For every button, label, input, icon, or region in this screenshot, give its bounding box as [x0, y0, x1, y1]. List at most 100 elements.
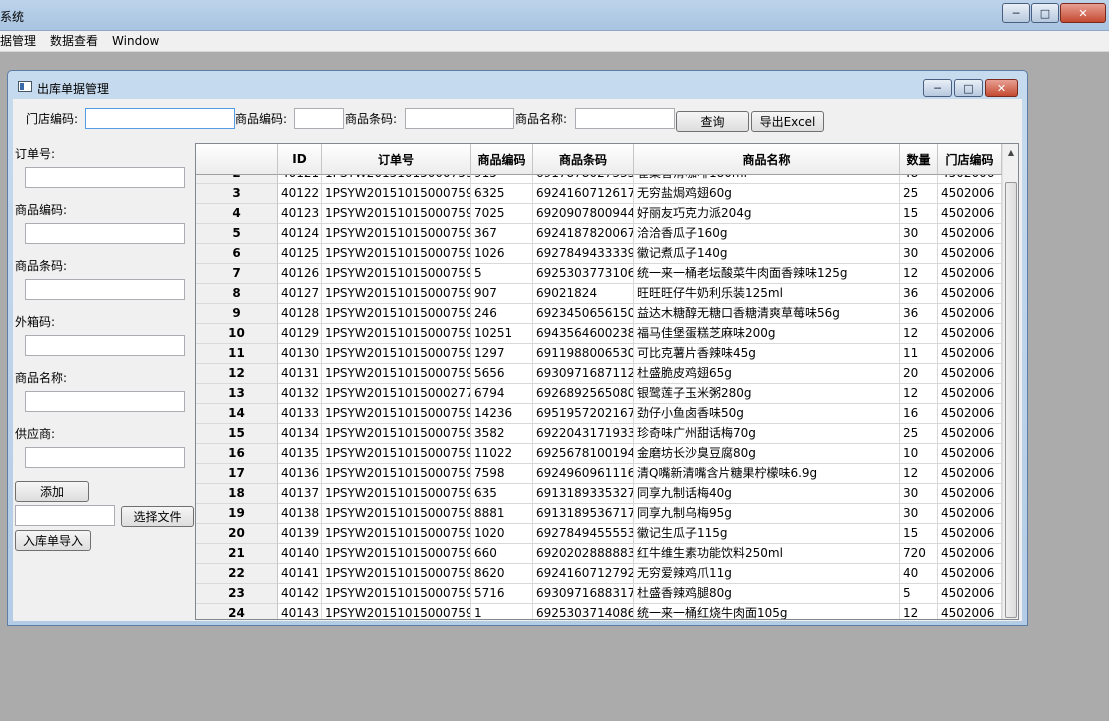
- table-row[interactable]: 6 40125 1PSYW20151015000759 1026 69278494333…: [196, 244, 1002, 264]
- product-code-input[interactable]: [25, 223, 185, 244]
- product-code-cell[interactable]: 635: [471, 484, 533, 504]
- id-cell[interactable]: 40135: [278, 444, 322, 464]
- order-no-cell[interactable]: 1PSYW20151015000759: [322, 544, 471, 564]
- product-name-cell[interactable]: 无穷爱辣鸡爪11g: [634, 564, 900, 584]
- column-header-order-no[interactable]: 订单号: [322, 144, 471, 175]
- row-number-cell[interactable]: 3: [196, 184, 278, 204]
- id-cell[interactable]: 40132: [278, 384, 322, 404]
- grid-corner-header[interactable]: [196, 144, 278, 175]
- table-row[interactable]: 23 40142 1PSYW20151015000759 5716 6930971688…: [196, 584, 1002, 604]
- id-cell[interactable]: 40127: [278, 284, 322, 304]
- order-no-cell[interactable]: 1PSYW20151015000759: [322, 464, 471, 484]
- menu-window[interactable]: Window: [105, 31, 166, 51]
- product-name-cell[interactable]: 徽记煮瓜子140g: [634, 244, 900, 264]
- order-no-cell[interactable]: 1PSYW20151015000759: [322, 304, 471, 324]
- id-cell[interactable]: 40128: [278, 304, 322, 324]
- table-row[interactable]: 12 40131 1PSYW20151015000759 5656 6930971687…: [196, 364, 1002, 384]
- product-code-cell[interactable]: 660: [471, 544, 533, 564]
- store-code-cell[interactable]: 4502006: [938, 344, 1002, 364]
- id-cell[interactable]: 40122: [278, 184, 322, 204]
- store-code-cell[interactable]: 4502006: [938, 324, 1002, 344]
- table-row[interactable]: 21 40140 1PSYW20151015000759 660 69202028888…: [196, 544, 1002, 564]
- barcode-cell[interactable]: 6922043171933: [533, 424, 634, 444]
- product-code-cell[interactable]: 5656: [471, 364, 533, 384]
- table-row[interactable]: 2401211PSYW20151015000759915691787802733…: [196, 175, 1002, 184]
- barcode-cell[interactable]: 6927849433339: [533, 244, 634, 264]
- id-cell[interactable]: 40131: [278, 364, 322, 384]
- barcode-cell[interactable]: 6924160712792: [533, 564, 634, 584]
- row-number-cell[interactable]: 5: [196, 224, 278, 244]
- menu-data-view[interactable]: 数据查看: [43, 31, 105, 51]
- row-number-cell[interactable]: 2: [196, 175, 278, 184]
- barcode-cell[interactable]: 6920202888883: [533, 544, 634, 564]
- window-close-button[interactable]: ✕: [985, 79, 1018, 97]
- row-number-cell[interactable]: 9: [196, 304, 278, 324]
- quantity-cell[interactable]: 10: [900, 444, 938, 464]
- store-code-cell[interactable]: 4502006: [938, 304, 1002, 324]
- store-code-cell[interactable]: 4502006: [938, 404, 1002, 424]
- barcode-cell[interactable]: 6925678100194: [533, 444, 634, 464]
- barcode-cell[interactable]: 6924187820067: [533, 224, 634, 244]
- id-cell[interactable]: 40126: [278, 264, 322, 284]
- store-code-cell[interactable]: 4502006: [938, 224, 1002, 244]
- store-code-cell[interactable]: 4502006: [938, 244, 1002, 264]
- product-name-cell[interactable]: 福马佳堡蛋糕芝麻味200g: [634, 324, 900, 344]
- product-code-cell[interactable]: 8881: [471, 504, 533, 524]
- store-code-cell[interactable]: 4502006: [938, 604, 1002, 619]
- table-row[interactable]: 11 40130 1PSYW20151015000759 1297 6911988006…: [196, 344, 1002, 364]
- order-no-cell[interactable]: 1PSYW20151015000759: [322, 504, 471, 524]
- barcode-cell[interactable]: 6951957202167: [533, 404, 634, 424]
- quantity-cell[interactable]: 11: [900, 344, 938, 364]
- id-cell[interactable]: 40138: [278, 504, 322, 524]
- product-code-cell[interactable]: 8620: [471, 564, 533, 584]
- order-no-cell[interactable]: 1PSYW20151015000759: [322, 224, 471, 244]
- quantity-cell[interactable]: 48: [900, 175, 938, 184]
- id-cell[interactable]: 40140: [278, 544, 322, 564]
- product-code-cell[interactable]: 907: [471, 284, 533, 304]
- row-number-cell[interactable]: 13: [196, 384, 278, 404]
- column-header-product-code[interactable]: 商品编码: [471, 144, 533, 175]
- order-no-cell[interactable]: 1PSYW20151015000277: [322, 384, 471, 404]
- order-no-cell[interactable]: 1PSYW20151015000759: [322, 264, 471, 284]
- store-code-cell[interactable]: 4502006: [938, 424, 1002, 444]
- row-number-cell[interactable]: 21: [196, 544, 278, 564]
- product-code-cell[interactable]: 7598: [471, 464, 533, 484]
- scrollbar-thumb[interactable]: [1005, 182, 1017, 618]
- product-name-cell[interactable]: 旺旺旺仔牛奶利乐装125ml: [634, 284, 900, 304]
- quantity-cell[interactable]: 30: [900, 224, 938, 244]
- choose-file-button[interactable]: 选择文件: [121, 506, 194, 527]
- file-path-input[interactable]: [15, 505, 115, 526]
- quantity-cell[interactable]: 12: [900, 384, 938, 404]
- quantity-cell[interactable]: 15: [900, 204, 938, 224]
- column-header-barcode[interactable]: 商品条码: [533, 144, 634, 175]
- app-minimize-button[interactable]: ─: [1002, 3, 1030, 23]
- order-no-cell[interactable]: 1PSYW20151015000759: [322, 604, 471, 619]
- store-code-cell[interactable]: 4502006: [938, 184, 1002, 204]
- quantity-cell[interactable]: 720: [900, 544, 938, 564]
- row-number-cell[interactable]: 17: [196, 464, 278, 484]
- column-header-quantity[interactable]: 数量: [900, 144, 938, 175]
- barcode-cell[interactable]: 6930971688317: [533, 584, 634, 604]
- table-row[interactable]: 19 40138 1PSYW20151015000759 8881 6913189536…: [196, 504, 1002, 524]
- table-row[interactable]: 4 40123 1PSYW20151015000759 7025 69209078009…: [196, 204, 1002, 224]
- barcode-cell[interactable]: 6925303773106: [533, 264, 634, 284]
- barcode-cell[interactable]: 6920907800944: [533, 204, 634, 224]
- quantity-cell[interactable]: 12: [900, 604, 938, 619]
- quantity-cell[interactable]: 16: [900, 404, 938, 424]
- id-cell[interactable]: 40137: [278, 484, 322, 504]
- store-code-cell[interactable]: 4502006: [938, 464, 1002, 484]
- id-cell[interactable]: 40124: [278, 224, 322, 244]
- id-cell[interactable]: 40134: [278, 424, 322, 444]
- column-header-id[interactable]: ID: [278, 144, 322, 175]
- store-code-cell[interactable]: 4502006: [938, 444, 1002, 464]
- product-name-cell[interactable]: 红牛维生素功能饮料250ml: [634, 544, 900, 564]
- order-no-input[interactable]: [25, 167, 185, 188]
- quantity-cell[interactable]: 12: [900, 464, 938, 484]
- product-code-cell[interactable]: 1020: [471, 524, 533, 544]
- import-inbound-button[interactable]: 入库单导入: [15, 530, 91, 551]
- row-number-cell[interactable]: 24: [196, 604, 278, 619]
- product-code-cell[interactable]: 246: [471, 304, 533, 324]
- product-name-search-input[interactable]: [575, 108, 675, 129]
- order-no-cell[interactable]: 1PSYW20151015000759: [322, 344, 471, 364]
- id-cell[interactable]: 40133: [278, 404, 322, 424]
